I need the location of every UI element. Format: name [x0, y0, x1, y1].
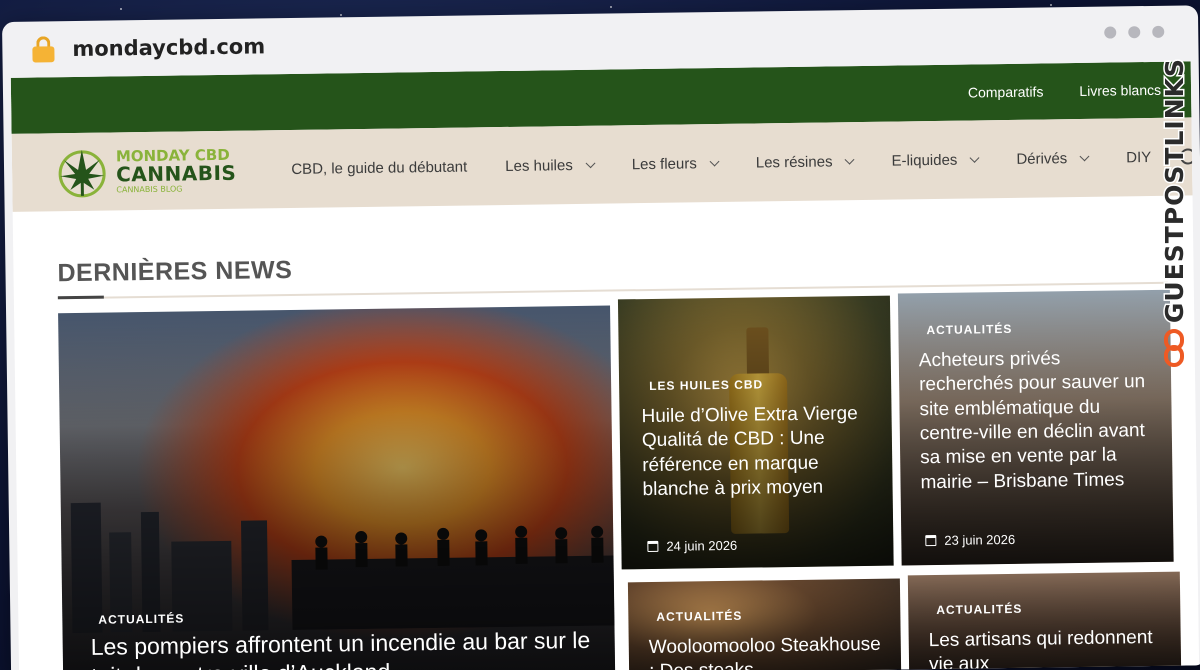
- url-text[interactable]: mondaycbd.com: [72, 34, 265, 61]
- chevron-down-icon: [969, 152, 980, 163]
- top-link-comparatifs[interactable]: Comparatifs: [968, 83, 1044, 100]
- watermark: GUESTPOSTLINKS: [1154, 57, 1194, 368]
- chevron-down-icon: [709, 156, 720, 167]
- card-category[interactable]: ACTUALITÉS: [936, 602, 1022, 617]
- card-category[interactable]: ACTUALITÉS: [98, 612, 184, 627]
- chevron-down-icon: [1079, 150, 1090, 161]
- lock-icon: [32, 36, 55, 63]
- card-title[interactable]: Les artisans qui redonnent vie aux: [929, 626, 1170, 670]
- card-category[interactable]: ACTUALITÉS: [926, 322, 1012, 337]
- news-card[interactable]: ACTUALITÉS Acheteurs privés recherchés p…: [897, 289, 1174, 566]
- calendar-icon: [647, 540, 659, 553]
- link-icon: [1162, 329, 1186, 368]
- main-navbar: MONDAY CBD CANNABIS CANNABIS BLOG CBD, l…: [11, 117, 1197, 212]
- window-controls: [1104, 25, 1165, 39]
- card-date-text: 23 juin 2026: [944, 531, 1016, 548]
- section-title: DERNIÈRES NEWS: [57, 255, 293, 288]
- menu-label: Les fleurs: [631, 154, 697, 173]
- menu-label: CBD, le guide du débutant: [291, 158, 468, 178]
- window-dot[interactable]: [1128, 26, 1141, 39]
- news-card[interactable]: ACTUALITÉS Wooloomooloo Steakhouse : Des…: [627, 578, 902, 670]
- menu-label: Les résines: [755, 152, 833, 171]
- chevron-down-icon: [845, 154, 855, 165]
- news-card-featured[interactable]: ACTUALITÉS Les pompiers affrontent un in…: [58, 305, 616, 670]
- menu-item-resines[interactable]: Les résines: [737, 152, 873, 171]
- divider-accent: [57, 295, 104, 300]
- menu-item-derives[interactable]: Dérivés: [997, 149, 1107, 168]
- watermark-text: GUESTPOSTLINKS: [1158, 57, 1190, 325]
- window-dot[interactable]: [1104, 26, 1117, 39]
- menu-label: E-liquides: [891, 151, 958, 170]
- logo-line-2: CANNABIS: [115, 160, 237, 186]
- news-card[interactable]: LES HUILES CBD Huile d’Olive Extra Vierg…: [617, 295, 894, 570]
- card-category[interactable]: ACTUALITÉS: [656, 609, 742, 624]
- cannabis-leaf-icon: [58, 149, 106, 198]
- card-title[interactable]: Les pompiers affrontent un incendie au b…: [91, 626, 602, 670]
- news-card[interactable]: ACTUALITÉS Les artisans qui redonnent vi…: [907, 571, 1182, 670]
- menu-label: Dérivés: [1016, 149, 1068, 168]
- chevron-down-icon: [585, 157, 596, 168]
- card-date: 23 juin 2026: [925, 532, 1015, 548]
- browser-window: mondaycbd.com Comparatifs Livres blancs …: [2, 5, 1200, 670]
- calendar-icon: [925, 535, 937, 547]
- card-date-text: 24 juin 2026: [666, 537, 738, 554]
- top-link-livres-blancs[interactable]: Livres blancs: [1079, 82, 1161, 99]
- menu-item-fleurs[interactable]: Les fleurs: [613, 154, 737, 173]
- site-logo[interactable]: MONDAY CBD CANNABIS CANNABIS BLOG: [12, 131, 237, 212]
- menu-label: Les huiles: [505, 156, 573, 175]
- main-menu: CBD, le guide du débutant Les huiles Les…: [272, 148, 1197, 178]
- card-title[interactable]: Huile d’Olive Extra Vierge Qualitá de CB…: [641, 402, 874, 502]
- card-title[interactable]: Wooloomooloo Steakhouse : Des steaks: [649, 633, 890, 670]
- webpage: Comparatifs Livres blancs MONDAY CBD CAN…: [10, 61, 1200, 670]
- menu-item-huiles[interactable]: Les huiles: [486, 156, 613, 175]
- window-dot[interactable]: [1152, 25, 1165, 38]
- menu-item-guide[interactable]: CBD, le guide du débutant: [272, 158, 486, 178]
- menu-label: DIY: [1126, 148, 1152, 166]
- card-title[interactable]: Acheteurs privés recherchés pour sauver …: [919, 346, 1161, 495]
- menu-item-eliquides[interactable]: E-liquides: [872, 151, 997, 170]
- card-date: 24 juin 2026: [647, 538, 737, 554]
- logo-line-3: CANNABIS BLOG: [116, 183, 183, 194]
- card-category[interactable]: LES HUILES CBD: [649, 377, 763, 393]
